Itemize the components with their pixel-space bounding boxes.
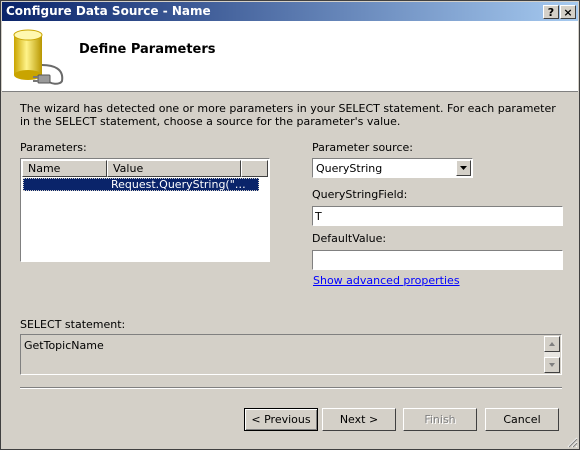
scroll-down-button[interactable] [544, 357, 560, 373]
select-statement-label: SELECT statement: [20, 318, 126, 331]
finish-button[interactable]: Finish [403, 408, 477, 431]
resize-grip-icon[interactable] [566, 436, 578, 448]
wizard-header: Define Parameters [2, 21, 578, 92]
column-header-value[interactable]: Value [107, 160, 241, 177]
database-icon [13, 29, 64, 85]
page-title: Define Parameters [79, 42, 216, 57]
cancel-button[interactable]: Cancel [485, 408, 559, 431]
arrow-down-icon [549, 363, 555, 367]
querystring-field-input[interactable]: T [312, 206, 563, 226]
table-row[interactable]: Request.QueryString("… [23, 178, 259, 191]
chevron-down-icon [460, 166, 467, 170]
scrollbar[interactable] [544, 336, 560, 373]
dropdown-button[interactable] [456, 160, 471, 176]
close-button[interactable]: × [560, 5, 576, 19]
parameter-source-select[interactable]: QueryString [312, 158, 473, 178]
select-statement-text: GetTopicName [24, 339, 104, 352]
title-bar[interactable]: Configure Data Source - Name ? × [2, 2, 578, 21]
previous-button[interactable]: < Previous [244, 408, 318, 431]
column-header-filler [241, 160, 268, 177]
select-statement-box[interactable]: GetTopicName [20, 334, 562, 375]
column-header-name[interactable]: Name [22, 160, 107, 177]
divider [20, 387, 562, 389]
window-title: Configure Data Source - Name [6, 4, 211, 18]
parameter-source-label: Parameter source: [312, 141, 413, 154]
help-button[interactable]: ? [543, 5, 559, 19]
list-header: Name Value [22, 160, 268, 177]
querystring-field-label: QueryStringField: [312, 188, 408, 201]
show-advanced-properties-link[interactable]: Show advanced properties [313, 274, 460, 287]
parameters-label: Parameters: [20, 141, 87, 154]
parameter-source-value: QueryString [316, 162, 383, 175]
instructions-text: The wizard has detected one or more para… [20, 102, 556, 128]
next-button[interactable]: Next > [322, 408, 396, 431]
scroll-up-button[interactable] [544, 336, 560, 352]
wizard-window: Configure Data Source - Name ? × Define … [0, 0, 580, 450]
default-value-input[interactable] [312, 250, 563, 270]
parameter-value-cell: Request.QueryString("… [111, 178, 246, 191]
parameters-list[interactable]: Name Value Request.QueryString("… [20, 158, 270, 262]
default-value-label: DefaultValue: [312, 232, 387, 245]
arrow-up-icon [549, 342, 555, 346]
